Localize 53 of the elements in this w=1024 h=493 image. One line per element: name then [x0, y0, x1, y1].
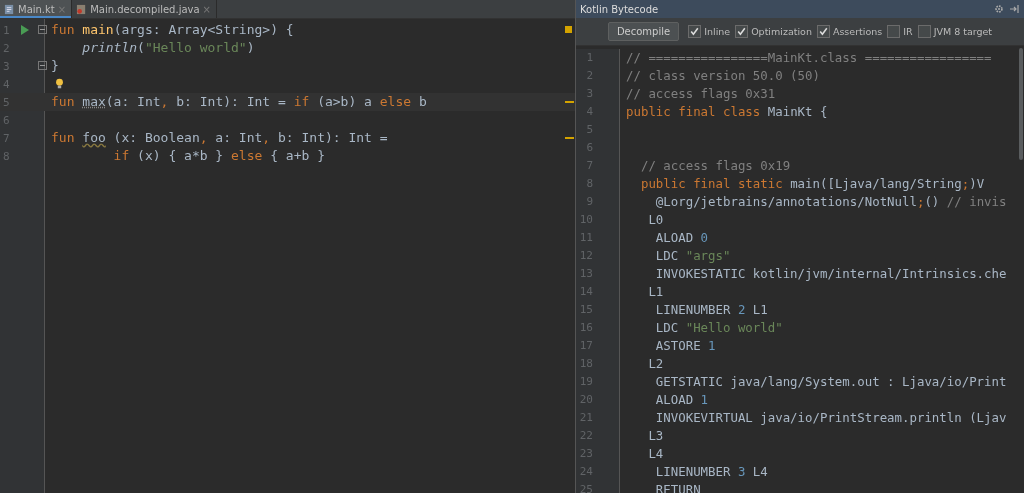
warning-marker[interactable] [564, 101, 574, 103]
warning-marker[interactable] [564, 137, 574, 139]
panel-title: Kotlin Bytecode [580, 3, 659, 15]
code-line: @Lorg/jetbrains/annotations/NotNull;() // invis [654, 193, 1007, 211]
code-line: L4 [647, 445, 664, 463]
code-line: // access flags 0x19 [639, 157, 791, 175]
fold-icon[interactable] [38, 25, 47, 34]
code-line: L2 [647, 355, 664, 373]
code-line: public final static main([Ljava/lang/String;)V [639, 175, 985, 193]
checkbox[interactable] [917, 25, 931, 38]
code-line: if (x) { a*b } else { a+b } [112, 147, 325, 165]
fold-icon[interactable] [38, 61, 47, 70]
code-line: // ================MainKt.class ================= [626, 49, 992, 67]
file-tab[interactable]: Main.decompiled.java × [72, 0, 217, 18]
code-line: ASTORE 1 [654, 337, 716, 355]
checkbox-label[interactable]: Inline [704, 26, 731, 37]
file-tab[interactable]: Main.kt × [0, 0, 73, 18]
scrollbar-thumb[interactable] [1019, 48, 1023, 160]
settings-icon[interactable] [994, 4, 1004, 14]
code-line: INVOKEVIRTUAL java/io/PrintStream.println (Ljav [654, 409, 1007, 427]
code-line: INVOKESTATIC kotlin/jvm/internal/Intrinsics.che [654, 265, 1007, 283]
code-line: fun foo (x: Boolean, a: Int, b: Int): Int = [51, 129, 388, 147]
code-line: GETSTATIC java/lang/System.out : Ljava/io/Print [654, 373, 1007, 391]
code-line: L3 [647, 427, 664, 445]
file-icon [4, 3, 15, 15]
code-line: LINENUMBER 2 L1 [654, 301, 768, 319]
hide-panel-icon[interactable] [1010, 4, 1020, 14]
checkbox[interactable] [735, 25, 749, 38]
code-line: // class version 50.0 (50) [626, 67, 820, 85]
checkbox-label[interactable]: Assertions [832, 26, 883, 37]
code-line: LINENUMBER 3 L4 [654, 463, 768, 481]
code-line: LDC "args" [654, 247, 731, 265]
decompile-button[interactable]: Decompile [607, 22, 680, 41]
checkbox-label[interactable]: IR [903, 26, 913, 37]
checkbox[interactable] [887, 25, 901, 38]
code-line: LDC "Hello world" [654, 319, 783, 337]
file-icon [76, 3, 88, 15]
code-line: L1 [647, 283, 664, 301]
code-line: public final class MainKt { [626, 103, 828, 121]
code-line: // access flags 0x31 [626, 85, 776, 103]
run-icon[interactable] [20, 24, 30, 36]
code-line: println("Hello world") [81, 39, 255, 57]
checkbox[interactable] [816, 25, 830, 38]
code-line: ALOAD 1 [654, 391, 709, 409]
lightbulb-icon[interactable] [55, 78, 64, 90]
checkbox-label[interactable]: JVM 8 target [933, 26, 993, 37]
checkbox[interactable] [688, 25, 702, 38]
code-line: ALOAD 0 [654, 229, 709, 247]
checkbox-label[interactable]: Optimization [751, 26, 812, 37]
code-line: fun main(args: Array<String>) { [51, 21, 294, 39]
code-line: L0 [647, 211, 664, 229]
code-line: } [51, 57, 59, 75]
code-line: fun max(a: Int, b: Int): Int = if (a>b) a else b [51, 93, 427, 111]
